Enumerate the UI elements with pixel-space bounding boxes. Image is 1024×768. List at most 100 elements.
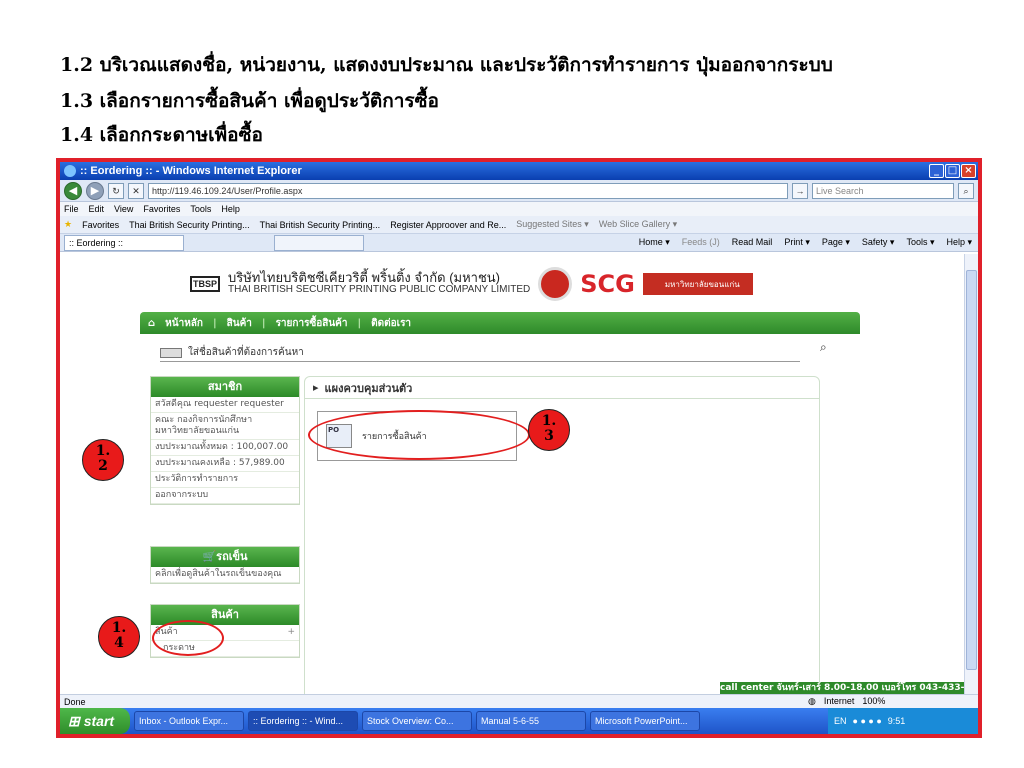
annotation-number-1-3: 1. 3 — [528, 409, 570, 451]
back-button[interactable]: ◀ — [64, 181, 82, 200]
company-name: บริษัทไทยบริติชซีเคียวริตี้ พริ้นติ้ง จำ… — [228, 270, 531, 296]
cart-box: 🛒รถเข็น คลิกเพื่อดูสินค้าในรถเข็นของคุณ — [150, 546, 300, 584]
menu-tools[interactable]: Tools — [190, 204, 211, 214]
task-eordering[interactable]: :: Eordering :: - Wind... — [248, 711, 358, 731]
tab-eordering[interactable]: :: Eordering :: — [64, 234, 184, 251]
window-title-bar: :: Eordering :: - Windows Internet Explo… — [60, 162, 978, 180]
member-department: คณะ กองกิจการนักศึกษา มหาวิทยาลัยขอนแก่น — [151, 413, 299, 440]
scg-emblem-icon — [538, 267, 573, 301]
keyboard-icon — [160, 347, 182, 358]
member-box-title: สมาชิก — [151, 377, 299, 397]
triangle-right-icon: ▸ — [313, 381, 319, 394]
favorite-link-3[interactable]: Register Approover and Re... — [390, 220, 506, 230]
task-outlook[interactable]: Inbox - Outlook Expr... — [134, 711, 244, 731]
new-tab-button[interactable] — [274, 234, 364, 251]
globe-icon: ◍ — [808, 696, 816, 706]
go-icon[interactable]: → — [792, 182, 808, 199]
print-button[interactable]: Print ▾ — [784, 237, 810, 248]
scg-logo: SCG — [580, 270, 635, 298]
task-powerpoint[interactable]: Microsoft PowerPoint... — [590, 711, 700, 731]
refresh-icon[interactable]: ↻ — [108, 182, 124, 199]
clock: 9:51 — [887, 716, 906, 726]
stop-icon[interactable]: ✕ — [128, 182, 144, 199]
task-manual[interactable]: Manual 5-6-55 — [476, 711, 586, 731]
web-slice-gallery-link[interactable]: Web Slice Gallery ▾ — [599, 219, 677, 230]
favorite-link-2[interactable]: Thai British Security Printing... — [260, 220, 381, 230]
annotation-oval-purchase-list — [308, 410, 530, 460]
scroll-thumb[interactable] — [966, 270, 977, 670]
magnifier-icon[interactable]: ⌕ — [820, 340, 827, 355]
transaction-history-link[interactable]: ประวัติการทำรายการ — [151, 472, 299, 488]
command-bar: Home ▾ Feeds (J) Read Mail Print ▾ Page … — [639, 237, 978, 248]
slide-heading-1-2: 1.2 บริเวณแสดงชื่อ, หน่วยงาน, แสดงงบประม… — [60, 54, 833, 76]
favorite-link-1[interactable]: Thai British Security Printing... — [129, 220, 250, 230]
address-bar-row: ◀ ▶ ↻ ✕ http://119.46.109.24/User/Profil… — [60, 180, 978, 202]
status-text: Done — [64, 696, 86, 707]
windows-logo-icon: ⊞ — [68, 712, 80, 729]
page-content: TBSP บริษัทไทยบริติชซีเคียวริตี้ พริ้นติ… — [60, 254, 964, 734]
zone-label: Internet — [823, 696, 855, 706]
maximize-button[interactable]: □ — [945, 164, 960, 178]
feeds-button[interactable]: Feeds (J) — [682, 237, 720, 248]
star-icon: ★ — [64, 219, 73, 229]
help-button[interactable]: Help ▾ — [946, 237, 972, 248]
nav-contact[interactable]: ติดต่อเรา — [371, 316, 411, 331]
cart-icon: 🛒 — [202, 550, 217, 563]
start-button[interactable]: ⊞ start — [60, 708, 130, 734]
annotation-oval-paper — [152, 620, 224, 656]
zoom-level[interactable]: 100% — [862, 696, 885, 707]
home-icon: ⌂ — [148, 317, 156, 329]
close-button[interactable]: × — [961, 164, 976, 178]
favorites-bar: ★ Favorites Thai British Security Printi… — [60, 216, 978, 234]
live-search-input[interactable]: Live Search — [812, 182, 954, 199]
vertical-scrollbar[interactable] — [964, 254, 978, 694]
call-center-banner: call center จันทร์-เสาร์ 8.00-18.00 เบอร… — [720, 682, 964, 694]
slide-heading-1-3: 1.3 เลือกรายการซื้อสินค้า เพื่อดูประวัติ… — [60, 90, 439, 112]
tools-button[interactable]: Tools ▾ — [906, 237, 934, 248]
forward-button[interactable]: ▶ — [86, 181, 104, 200]
annotation-number-1-4: 1. 4 — [98, 616, 140, 658]
company-name-th: บริษัทไทยบริติชซีเคียวริตี้ พริ้นติ้ง จำ… — [228, 270, 501, 285]
address-input[interactable]: http://119.46.109.24/User/Profile.aspx — [148, 182, 788, 199]
read-mail-button[interactable]: Read Mail — [732, 237, 773, 248]
site-header-logos: TBSP บริษัทไทยบริติชซีเคียวริตี้ พริ้นติ… — [190, 264, 790, 304]
nav-purchase-list[interactable]: รายการซื้อสินค้า — [276, 316, 348, 331]
slide-heading-1-4: 1.4 เลือกกระดาษเพื่อซื้อ — [60, 124, 263, 146]
menu-view[interactable]: View — [114, 204, 133, 214]
language-indicator[interactable]: EN — [834, 716, 847, 726]
window-title: :: Eordering :: - Windows Internet Explo… — [80, 165, 302, 177]
status-bar: Done ◍ Internet 100% — [60, 694, 978, 708]
tbsp-logo: TBSP — [190, 276, 220, 292]
nav-home[interactable]: หน้าหลัก — [165, 316, 203, 331]
budget-remaining: งบประมาณคงเหลือ : 57,989.00 — [151, 456, 299, 472]
menu-edit[interactable]: Edit — [89, 204, 105, 214]
page-button[interactable]: Page ▾ — [822, 237, 850, 248]
product-search-input[interactable]: ใส่ชื่อสินค้าที่ต้องการค้นหา — [188, 345, 304, 360]
expand-plus-icon[interactable]: + — [287, 627, 295, 638]
kku-badge: มหาวิทยาลัยขอนแก่น — [642, 273, 753, 295]
tray-icons: ● ● ● ● — [852, 716, 882, 726]
cart-link[interactable]: คลิกเพื่อดูสินค้าในรถเข็นของคุณ — [151, 567, 299, 583]
ie-icon — [64, 165, 76, 177]
menu-help[interactable]: Help — [221, 204, 240, 214]
system-tray: EN ● ● ● ● 9:51 — [828, 708, 978, 734]
minimize-button[interactable]: _ — [929, 164, 944, 178]
site-nav-bar: ⌂ หน้าหลัก | สินค้า | รายการซื้อสินค้า |… — [140, 312, 860, 334]
logout-link[interactable]: ออกจากระบบ — [151, 488, 299, 504]
member-box: สมาชิก สวัสดีคุณ requester requester คณะ… — [150, 376, 300, 505]
taskbar: ⊞ start Inbox - Outlook Expr... :: Eorde… — [60, 708, 978, 734]
favorites-button[interactable]: Favorites — [82, 220, 119, 230]
search-icon[interactable]: ⌕ — [958, 182, 974, 199]
company-name-en: THAI BRITISH SECURITY PRINTING PUBLIC CO… — [228, 284, 531, 295]
budget-total: งบประมาณทั้งหมด : 100,007.00 — [151, 440, 299, 456]
menu-file[interactable]: File — [64, 204, 79, 214]
home-button[interactable]: Home ▾ — [639, 237, 670, 248]
task-stock-overview[interactable]: Stock Overview: Co... — [362, 711, 472, 731]
panel-title: ▸ แผงควบคุมส่วนตัว — [305, 377, 819, 399]
nav-products[interactable]: สินค้า — [227, 316, 252, 331]
suggested-sites-link[interactable]: Suggested Sites ▾ — [516, 219, 589, 230]
menu-favorites[interactable]: Favorites — [143, 204, 180, 214]
tab-row: :: Eordering :: Home ▾ Feeds (J) Read Ma… — [60, 234, 978, 252]
safety-button[interactable]: Safety ▾ — [862, 237, 895, 248]
cart-box-title: 🛒รถเข็น — [151, 547, 299, 567]
